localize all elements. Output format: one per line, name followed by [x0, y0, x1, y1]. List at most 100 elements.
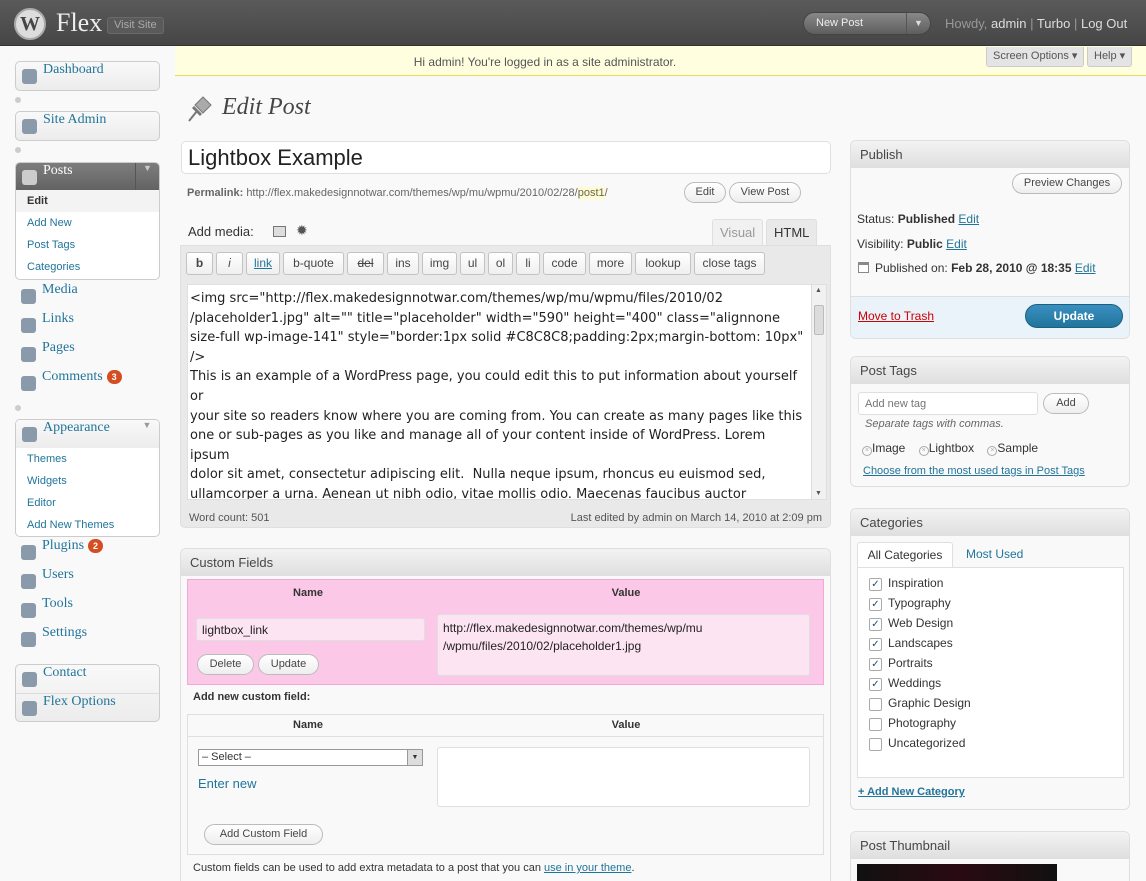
qt-lookup-button[interactable]: lookup — [635, 252, 691, 275]
publish-title[interactable]: Publish — [851, 141, 1129, 168]
content-scrollbar[interactable]: ▲ ▼ — [811, 285, 826, 499]
qt-italic-button[interactable]: i — [216, 252, 243, 275]
delete-field-button[interactable]: Delete — [197, 654, 254, 675]
post-title-input[interactable]: Lightbox Example — [181, 141, 831, 174]
add-image-icon[interactable] — [273, 226, 286, 237]
wordpress-logo-icon[interactable]: W — [14, 8, 46, 40]
remove-tag-icon[interactable]: × — [862, 446, 872, 456]
use-in-theme-link[interactable]: use in your theme — [544, 862, 631, 874]
qt-img-button[interactable]: img — [422, 252, 457, 275]
permalink-edit-button[interactable]: Edit — [684, 182, 726, 203]
category-label[interactable]: Inspiration — [888, 576, 943, 590]
add-media-gear-icon[interactable]: ✹ — [296, 222, 308, 239]
menu-contact[interactable]: Contact — [16, 665, 159, 693]
post-tags-title[interactable]: Post Tags — [851, 357, 1129, 384]
turbo-link[interactable]: Turbo — [1037, 16, 1070, 31]
category-checkbox[interactable]: ✓ — [869, 678, 882, 691]
content-textarea[interactable]: <img src="http://flex.makedesignnotwar.c… — [187, 284, 827, 500]
category-label[interactable]: Portraits — [888, 656, 933, 670]
chevron-down-icon[interactable]: ▼ — [906, 13, 930, 34]
categories-title[interactable]: Categories — [851, 509, 1129, 536]
add-new-category-link[interactable]: + Add New Category — [858, 786, 965, 798]
menu-label[interactable]: Settings — [42, 625, 87, 640]
category-label[interactable]: Graphic Design — [888, 696, 971, 710]
chevron-down-icon[interactable]: ▼ — [407, 750, 422, 765]
preview-changes-button[interactable]: Preview Changes — [1012, 173, 1122, 194]
qt-more-button[interactable]: more — [589, 252, 632, 275]
scroll-down-icon[interactable]: ▼ — [815, 490, 822, 497]
menu-label[interactable]: Links — [42, 311, 74, 326]
thumbnail-image[interactable] — [857, 864, 1057, 881]
menu-label[interactable]: Posts — [43, 163, 73, 178]
remove-tag-icon[interactable]: × — [987, 446, 998, 456]
submenu-post-tags[interactable]: Post Tags — [16, 234, 159, 256]
category-checkbox[interactable]: ✓ — [869, 578, 882, 591]
add-custom-field-button[interactable]: Add Custom Field — [204, 824, 323, 845]
qt-ins-button[interactable]: ins — [387, 252, 419, 275]
qt-bquote-button[interactable]: b-quote — [283, 252, 344, 275]
update-field-button[interactable]: Update — [258, 654, 319, 675]
menu-label[interactable]: Pages — [42, 340, 75, 355]
category-label[interactable]: Weddings — [888, 676, 941, 690]
update-button[interactable]: Update — [1025, 304, 1123, 328]
help-button[interactable]: Help ▾ — [1087, 47, 1133, 67]
category-checkbox[interactable]: ✓ — [869, 598, 882, 611]
category-label[interactable]: Photography — [888, 716, 956, 730]
category-label[interactable]: Web Design — [888, 616, 953, 630]
permalink-slug[interactable]: post1 — [577, 187, 605, 199]
visit-site-button[interactable]: Visit Site — [107, 17, 164, 34]
menu-label[interactable]: Media — [42, 282, 78, 297]
new-post-dropdown[interactable]: New Post ▼ — [803, 12, 931, 35]
edit-date-link[interactable]: Edit — [1075, 261, 1096, 275]
qt-ul-button[interactable]: ul — [460, 252, 485, 275]
scroll-up-icon[interactable]: ▲ — [815, 287, 822, 294]
menu-dashboard[interactable]: Dashboard — [15, 61, 160, 91]
menu-label[interactable]: Flex Options — [43, 694, 116, 709]
category-checkbox[interactable]: ✓ — [869, 658, 882, 671]
category-checkbox[interactable]: ✓ — [869, 618, 882, 631]
qt-li-button[interactable]: li — [516, 252, 540, 275]
new-tag-input[interactable] — [858, 392, 1038, 415]
menu-label[interactable]: Tools — [42, 596, 73, 611]
view-post-button[interactable]: View Post — [729, 182, 801, 203]
submenu-add-new[interactable]: Add New — [16, 212, 159, 234]
custom-field-value-input[interactable]: http://flex.makedesignnotwar.com/themes/… — [437, 614, 810, 676]
post-thumbnail-title[interactable]: Post Thumbnail — [851, 832, 1129, 859]
logout-link[interactable]: Log Out — [1081, 16, 1127, 31]
category-checkbox[interactable] — [869, 718, 882, 731]
submenu-add-new-themes[interactable]: Add New Themes — [16, 514, 159, 536]
category-label[interactable]: Uncategorized — [888, 736, 965, 750]
qt-code-button[interactable]: code — [543, 252, 586, 275]
tab-html[interactable]: HTML — [766, 219, 818, 245]
chevron-down-icon[interactable]: ▼ — [135, 420, 159, 448]
submenu-widgets[interactable]: Widgets — [16, 470, 159, 492]
submenu-categories[interactable]: Categories — [16, 256, 159, 278]
remove-tag-icon[interactable]: × — [918, 446, 929, 456]
submenu-themes[interactable]: Themes — [16, 448, 159, 470]
custom-fields-title[interactable]: Custom Fields — [181, 549, 830, 576]
menu-pages[interactable]: Pages — [15, 340, 160, 368]
new-field-value-input[interactable] — [437, 747, 810, 807]
qt-del-button[interactable]: del — [347, 252, 384, 275]
screen-options-button[interactable]: Screen Options ▾ — [986, 47, 1085, 67]
select-value[interactable]: – Select – — [202, 751, 251, 763]
category-label[interactable]: Typography — [888, 596, 951, 610]
scroll-thumb[interactable] — [814, 305, 824, 335]
edit-status-link[interactable]: Edit — [958, 212, 979, 226]
custom-field-name-input[interactable]: lightbox_link — [196, 618, 425, 641]
custom-field-select[interactable]: – Select – ▼ — [198, 749, 423, 766]
chevron-down-icon[interactable]: ▼ — [135, 163, 159, 190]
choose-tags-link[interactable]: Choose from the most used tags in Post T… — [863, 465, 1085, 477]
menu-users[interactable]: Users — [15, 567, 160, 595]
add-tag-button[interactable]: Add — [1043, 393, 1089, 414]
menu-label[interactable]: Site Admin — [43, 112, 106, 127]
tab-all-categories[interactable]: All Categories — [857, 542, 953, 568]
menu-settings[interactable]: Settings — [15, 625, 160, 653]
menu-label[interactable]: Plugins — [42, 538, 84, 553]
menu-tools[interactable]: Tools — [15, 596, 160, 624]
menu-label[interactable]: Users — [42, 567, 74, 582]
category-checkbox[interactable] — [869, 698, 882, 711]
user-link[interactable]: admin — [991, 16, 1026, 31]
menu-site-admin[interactable]: Site Admin — [15, 111, 160, 141]
edit-visibility-link[interactable]: Edit — [946, 237, 967, 251]
